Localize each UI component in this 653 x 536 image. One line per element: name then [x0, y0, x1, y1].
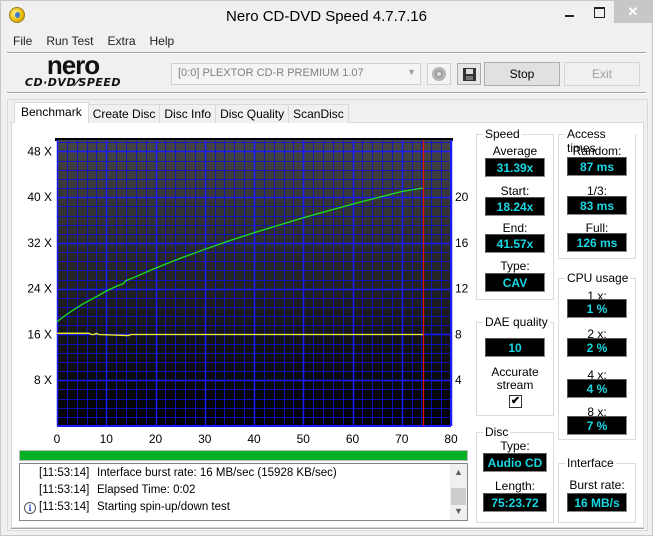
y-axis-right: 4 8 12 16 20 [455, 190, 469, 387]
y-right-tick-label: 8 [455, 327, 462, 341]
bottom-edge [11, 528, 644, 530]
benchmark-chart: 8 X 16 X 24 X 32 X 40 X 48 X 4 8 12 16 20 0 10 20 30… [27, 138, 469, 446]
app-window: Nero CD-DVD Speed 4.7.7.16 ✕ File Run Te… [0, 0, 653, 536]
grid [56, 140, 453, 427]
access-times-group: Access times Random: 87 ms 1/3: 83 ms Fu… [558, 127, 636, 259]
cpu-2x-value: 2 % [567, 338, 627, 357]
log-time: [11:53:14] [39, 484, 90, 496]
speed-group-title: Speed [483, 127, 522, 141]
burst-rate-label: Burst rate: [569, 478, 625, 492]
dae-quality-group: DAE quality 10 Accurate stream ✔ [476, 315, 554, 416]
full-access-value: 126 ms [567, 233, 627, 252]
y-right-tick-label: 4 [455, 373, 462, 387]
y-left-tick-label: 16 X [27, 327, 52, 341]
y-right-tick-label: 20 [455, 190, 469, 204]
x-tick-label: 70 [395, 432, 409, 446]
disc-group: Disc Type: Audio CD Length: 75:23.72 [476, 425, 554, 523]
cpu-usage-title: CPU usage [565, 271, 631, 285]
start-label: Start: [500, 184, 530, 198]
log-entry: [11:53:14] Elapsed Time: 0:02 [20, 484, 450, 501]
burst-rate-value: 16 MB/s [567, 493, 627, 512]
scroll-down-icon[interactable]: ▼ [450, 503, 467, 520]
log-scrollbar[interactable]: ▲ ▼ [450, 464, 467, 520]
cpu-usage-group: CPU usage 1 x: 1 % 2 x: 2 % 4 x: 4 % 8 x… [558, 271, 636, 440]
log-list: [11:53:14] Interface burst rate: 16 MB/s… [19, 463, 468, 521]
y-right-tick-label: 12 [455, 282, 469, 296]
scroll-up-icon[interactable]: ▲ [450, 464, 467, 481]
y-right-tick-label: 16 [455, 236, 469, 250]
y-left-tick-label: 40 X [27, 190, 52, 204]
start-speed-value: 18.24x [485, 197, 545, 216]
accurate-stream-checkbox[interactable]: ✔ [509, 395, 522, 408]
random-access-value: 87 ms [567, 157, 627, 176]
disc-type-value: Audio CD [483, 453, 547, 472]
x-tick-label: 60 [346, 432, 360, 446]
cpu-1x-value: 1 % [567, 299, 627, 318]
x-tick-label: 20 [149, 432, 163, 446]
dae-quality-title: DAE quality [483, 315, 550, 329]
average-label: Average [492, 144, 538, 158]
y-left-tick-label: 24 X [27, 282, 52, 296]
progress-fill [20, 451, 467, 460]
accurate-stream-label-2: stream [496, 378, 534, 392]
speed-group: Speed Average 31.39x Start: 18.24x End: … [476, 127, 554, 300]
end-label: End: [502, 221, 528, 235]
info-icon: i [24, 502, 36, 514]
y-left-tick-label: 8 X [34, 373, 52, 387]
end-speed-value: 41.57x [485, 234, 545, 253]
progress-bar [19, 450, 468, 461]
average-speed-value: 31.39x [485, 158, 545, 177]
log-message: Elapsed Time: 0:02 [97, 484, 196, 496]
dae-quality-value: 10 [485, 338, 545, 357]
third-access-value: 83 ms [567, 196, 627, 215]
y-axis-left: 8 X 16 X 24 X 32 X 40 X 48 X [27, 144, 52, 387]
log-time: [11:53:14] [39, 467, 90, 479]
accurate-stream-label-1: Accurate [491, 365, 539, 379]
interface-title: Interface [565, 456, 616, 470]
log-time: [11:53:14] [39, 501, 90, 513]
x-axis: 0 10 20 30 40 50 60 70 80 [54, 432, 458, 446]
cpu-4x-value: 4 % [567, 379, 627, 398]
x-tick-label: 30 [198, 432, 212, 446]
x-tick-label: 80 [444, 432, 458, 446]
disc-title: Disc [483, 425, 511, 439]
disc-length-label: Length: [494, 479, 536, 493]
random-label: Random: [572, 144, 622, 158]
y-left-tick-label: 48 X [27, 144, 52, 158]
disc-type-label: Type: [500, 439, 530, 453]
x-tick-label: 40 [247, 432, 261, 446]
log-message: Interface burst rate: 16 MB/sec (15928 K… [97, 467, 337, 479]
x-tick-label: 0 [54, 432, 61, 446]
y-left-tick-label: 32 X [27, 236, 52, 250]
interface-group: Interface Burst rate: 16 MB/s [558, 456, 636, 523]
type-label: Type: [500, 259, 530, 273]
log-entry: [11:53:14] Interface burst rate: 16 MB/s… [20, 467, 450, 484]
cpu-8x-value: 7 % [567, 416, 627, 435]
log-message: Starting spin-up/down test [97, 501, 230, 513]
log-entry: i [11:53:14] Starting spin-up/down test [20, 501, 450, 518]
speed-type-value: CAV [485, 273, 545, 292]
x-tick-label: 10 [100, 432, 114, 446]
x-tick-label: 50 [297, 432, 311, 446]
disc-length-value: 75:23.72 [483, 493, 547, 512]
